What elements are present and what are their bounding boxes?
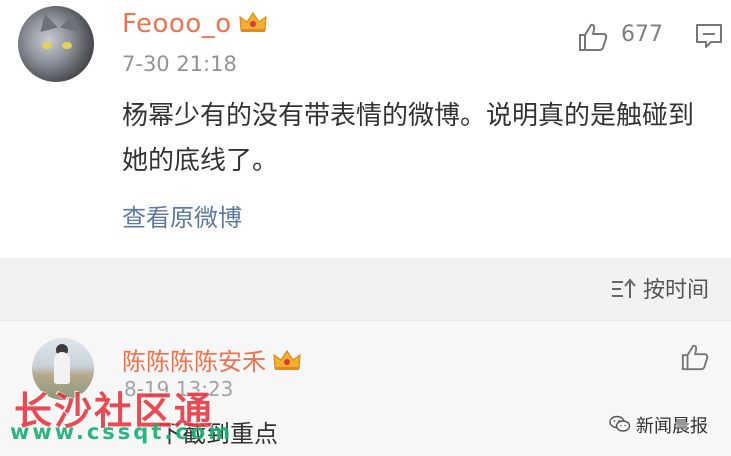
vip-crown-icon [238, 10, 268, 34]
author-avatar[interactable] [18, 6, 94, 82]
watermark-url: www.cssqt.com [10, 420, 234, 444]
commenter-name-row[interactable]: 陈陈陈陈安禾 [122, 342, 302, 377]
wechat-icon [609, 415, 631, 432]
like-count[interactable]: 677 [621, 22, 663, 47]
vip-crown-icon [272, 348, 302, 372]
source-label: 新闻晨报 [636, 416, 708, 437]
sort-by-time-button[interactable]: 按时间 [643, 272, 709, 304]
commenter-name[interactable]: 陈陈陈陈安禾 [122, 348, 266, 376]
post-time: 7-30 21:18 [122, 52, 237, 76]
author-name-row[interactable]: Feooo_o [122, 9, 268, 39]
author-name[interactable]: Feooo_o [122, 9, 232, 39]
comment-icon[interactable] [695, 22, 723, 50]
sort-icon[interactable] [610, 277, 636, 301]
view-original-link[interactable]: 查看原微博 [122, 198, 242, 233]
thumbs-up-icon[interactable] [680, 343, 710, 371]
post-text: 杨幂少有的没有带表情的微博。说明真的是触碰到她的底线了。 [122, 101, 695, 176]
cat-eye [42, 42, 52, 49]
cat-eye [62, 42, 72, 49]
cat-ear [60, 11, 82, 33]
cat-ear [36, 11, 58, 33]
thumbs-up-icon[interactable] [577, 22, 609, 52]
